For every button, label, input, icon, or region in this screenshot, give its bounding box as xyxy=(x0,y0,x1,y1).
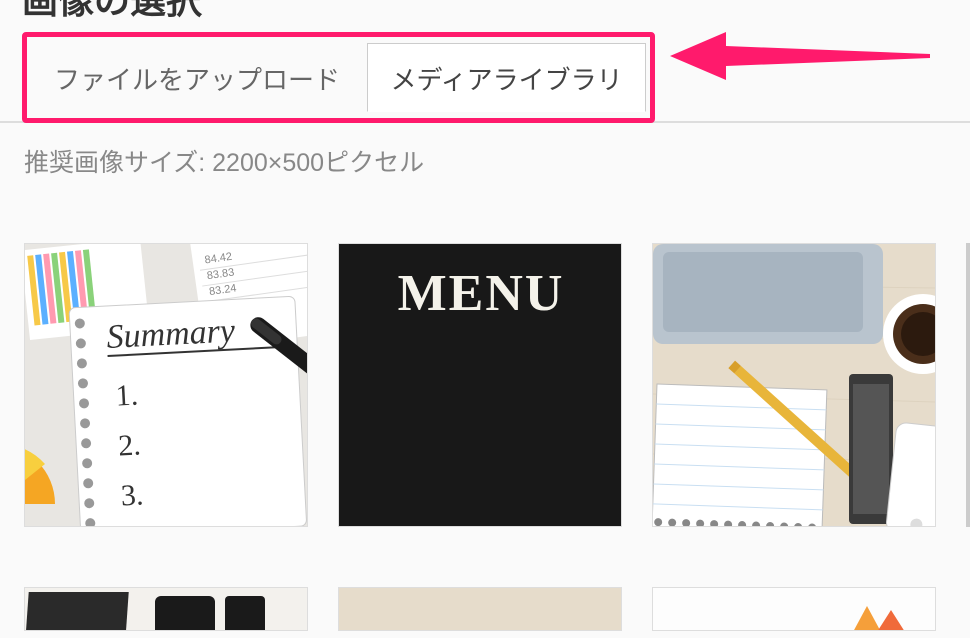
media-item-summary[interactable]: 84.42 83.83 83.24 Summary xyxy=(24,243,308,527)
media-item-menu[interactable]: MENU xyxy=(338,243,622,527)
page-title: 画像の選択 xyxy=(22,0,948,24)
media-item-desk[interactable] xyxy=(652,243,936,527)
tab-upload[interactable]: ファイルをアップロード xyxy=(31,43,363,112)
media-item-row2-2[interactable] xyxy=(338,587,622,631)
tab-media-library[interactable]: メディアライブラリ xyxy=(367,43,645,112)
tabs-highlight: ファイルをアップロード メディアライブラリ xyxy=(22,32,655,123)
media-item-row2-3[interactable] xyxy=(652,587,936,631)
annotation-arrow-icon xyxy=(670,26,930,91)
svg-text:2.: 2. xyxy=(117,428,141,462)
svg-text:3.: 3. xyxy=(120,478,144,512)
svg-text:1.: 1. xyxy=(115,379,139,413)
recommended-size-hint: 推奨画像サイズ: 2200×500ピクセル xyxy=(0,123,970,189)
svg-text:MENU: MENU xyxy=(398,265,565,322)
media-item-partial[interactable] xyxy=(966,243,970,527)
media-item-row2-1[interactable] xyxy=(24,587,308,631)
